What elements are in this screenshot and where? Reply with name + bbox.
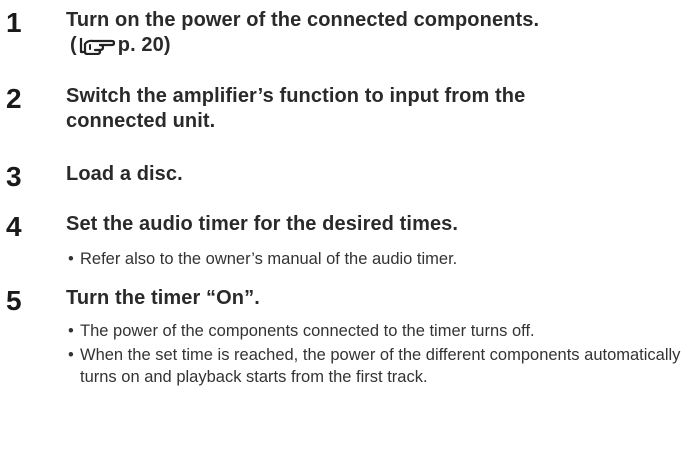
page-reference[interactable]: ( p. 20) <box>66 33 676 62</box>
step-notes: • Refer also to the owner’s manual of th… <box>66 248 686 272</box>
step-number: 3 <box>6 161 22 192</box>
step-notes: • The power of the components connected … <box>66 320 686 390</box>
list-item: • Refer also to the owner’s manual of th… <box>66 248 686 270</box>
step-title: Switch the amplifier’s function to input… <box>66 85 526 132</box>
page-reference-open: ( <box>70 34 77 56</box>
list-item: • When the set time is reached, the powe… <box>66 344 686 388</box>
list-item: • The power of the components connected … <box>66 320 686 342</box>
bullet-icon: • <box>68 346 74 364</box>
step-title: Turn the timer “On”. <box>66 287 260 309</box>
page-reference-text: p. 20) <box>117 34 171 56</box>
step-number: 1 <box>6 7 22 38</box>
step-title-text: Turn on the power of the connected compo… <box>66 9 540 31</box>
list-item-text: The power of the components connected to… <box>80 322 535 340</box>
pointing-hand-icon <box>78 35 116 62</box>
step-title: Turn on the power of the connected compo… <box>66 8 676 62</box>
step-title: Set the audio timer for the desired time… <box>66 213 459 235</box>
list-item-text: Refer also to the owner’s manual of the … <box>80 250 458 268</box>
bullet-icon: • <box>68 250 74 268</box>
bullet-icon: • <box>68 322 74 340</box>
step-number: 4 <box>6 211 22 242</box>
list-item-text: When the set time is reached, the power … <box>80 346 681 386</box>
step-number: 5 <box>6 285 22 316</box>
step-number: 2 <box>6 83 22 114</box>
step-title: Load a disc. <box>66 163 183 185</box>
